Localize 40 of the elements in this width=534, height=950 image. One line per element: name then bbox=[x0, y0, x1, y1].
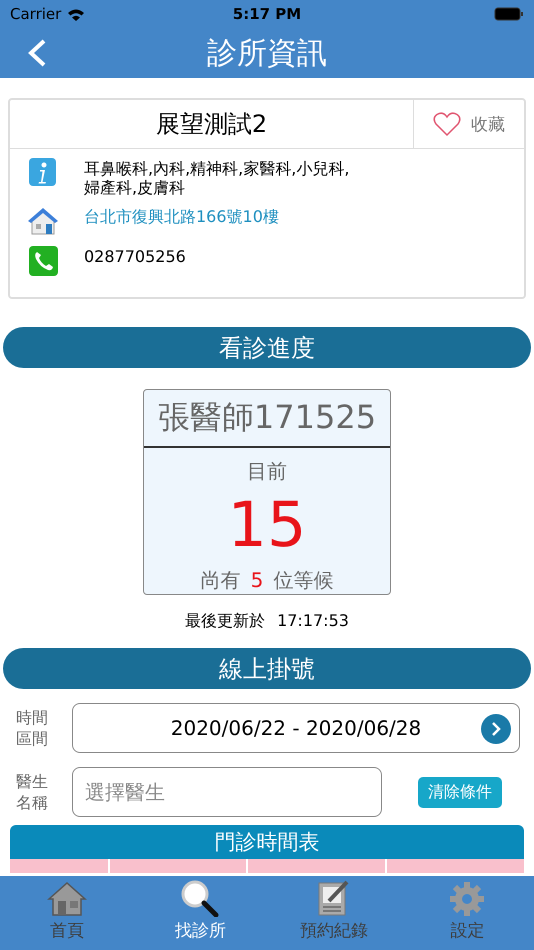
clear-button[interactable]: 清除條件 bbox=[418, 776, 502, 808]
updated-label: 最後更新於 bbox=[185, 611, 266, 632]
address-link[interactable]: 台北市復興北路166號10樓 bbox=[84, 205, 354, 226]
carrier-label: Carrier bbox=[10, 5, 62, 23]
battery-icon bbox=[494, 7, 524, 21]
waiting-label: 尚有 bbox=[200, 567, 241, 594]
next-icon bbox=[481, 714, 511, 744]
wifi-icon bbox=[67, 8, 86, 20]
waiting-count: 5 bbox=[250, 568, 264, 592]
window-title: 診所資訊 bbox=[207, 34, 327, 72]
status-time: 5:17 PM bbox=[232, 5, 302, 23]
heart-icon bbox=[433, 112, 461, 136]
doctor-field[interactable]: 選擇醫生 bbox=[72, 767, 382, 817]
gear-icon bbox=[449, 881, 486, 917]
house-icon bbox=[46, 881, 87, 917]
clinic-name: 展望測試2 bbox=[156, 109, 268, 140]
back-button[interactable] bbox=[26, 38, 48, 68]
updated-time: 17:17:53 bbox=[277, 611, 349, 632]
tab-item[interactable]: 首頁 bbox=[0, 876, 134, 950]
tab-item[interactable]: 預約紀錄 bbox=[267, 876, 400, 950]
tab-item[interactable]: 設定 bbox=[400, 876, 534, 950]
house-icon bbox=[26, 205, 60, 237]
doctor-name: 張醫師171525 bbox=[144, 390, 390, 448]
field-label: 時間區間 bbox=[16, 707, 48, 749]
timetable-title: 門診時間表 bbox=[10, 825, 524, 859]
section-header: 看診進度 bbox=[3, 327, 531, 368]
waiting-label: 位等候 bbox=[273, 567, 334, 594]
notepad-icon bbox=[316, 879, 351, 917]
section-header: 線上掛號 bbox=[3, 648, 531, 689]
tab-item[interactable]: 找診所 bbox=[134, 876, 267, 950]
current-number: 15 bbox=[228, 489, 306, 561]
phone-number: 0287705256 bbox=[84, 246, 187, 266]
search-icon bbox=[180, 879, 220, 917]
field-label: 醫生名稱 bbox=[16, 771, 48, 813]
back-icon bbox=[26, 38, 48, 68]
departments-text: 耳鼻喉科,內科,精神科,家醫科,小兒科,婦產科,皮膚科 bbox=[84, 158, 350, 197]
date-range-field[interactable]: 2020/06/22 - 2020/06/28 bbox=[72, 703, 520, 753]
current-label: 目前 bbox=[247, 458, 287, 485]
favorite-button[interactable]: 收藏 bbox=[414, 100, 524, 148]
phone-icon bbox=[26, 245, 60, 277]
